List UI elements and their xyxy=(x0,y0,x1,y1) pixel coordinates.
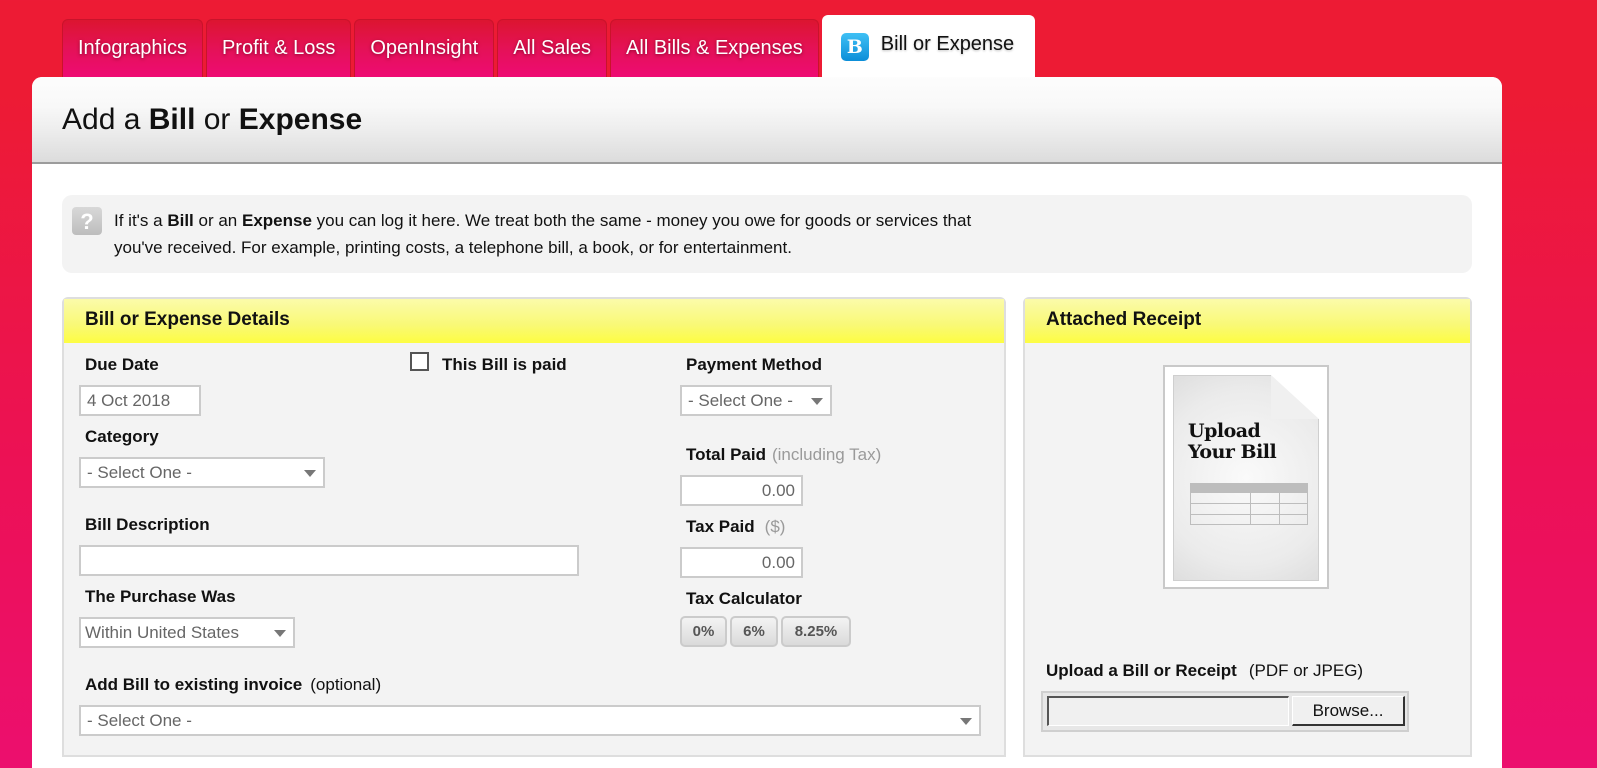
placeholder-text: Upload Your Bill xyxy=(1188,420,1277,463)
chevron-down-icon xyxy=(304,470,316,477)
upload-bill-placeholder-image[interactable]: Upload Your Bill xyxy=(1163,365,1329,589)
panel-title: Bill or Expense Details xyxy=(64,299,1004,343)
chevron-down-icon xyxy=(811,398,823,405)
tax-calculator-label: Tax Calculator xyxy=(686,589,802,608)
paid-checkbox[interactable] xyxy=(410,352,429,371)
tab-infographics[interactable]: Infographics xyxy=(62,19,203,77)
purchase-was-label: The Purchase Was xyxy=(85,587,236,606)
info-text-line2: you've received. For example, printing c… xyxy=(114,238,792,257)
tax-6-button[interactable]: 6% xyxy=(730,616,778,647)
tab-all-bills-expenses[interactable]: All Bills & Expenses xyxy=(610,19,819,77)
total-paid-label: Total Paid (including Tax) xyxy=(686,445,882,464)
bill-description-input[interactable] xyxy=(79,545,579,576)
tab-bill-or-expense[interactable]: B Bill or Expense xyxy=(821,15,1036,77)
chevron-down-icon xyxy=(960,718,972,725)
upload-label: Upload a Bill or Receipt (PDF or JPEG) xyxy=(1046,661,1364,680)
paid-checkbox-label[interactable]: This Bill is paid xyxy=(442,355,567,375)
page-header: Add a Bill or Expense xyxy=(32,77,1502,164)
page-fold xyxy=(1271,375,1319,419)
info-text-line1: If it's a Bill or an Expense you can log… xyxy=(114,211,972,230)
existing-invoice-label: Add Bill to existing invoice (optional) xyxy=(85,675,382,694)
file-path-input[interactable] xyxy=(1047,696,1289,726)
due-date-label: Due Date xyxy=(85,355,159,374)
category-label: Category xyxy=(85,427,159,446)
app-logo-icon: B xyxy=(840,33,869,61)
tax-paid-label: Tax Paid ($) xyxy=(686,517,786,536)
info-box: ? If it's a Bill or an Expense you can l… xyxy=(62,195,1472,273)
existing-invoice-select[interactable]: - Select One - xyxy=(79,705,981,736)
tab-openinsight[interactable]: OpenInsight xyxy=(354,19,495,77)
main-card: Add a Bill or Expense ? If it's a Bill o… xyxy=(32,77,1502,768)
tax-paid-input[interactable]: 0.00 xyxy=(680,547,803,578)
attached-receipt-panel: Attached Receipt Upload Your Bill Upload… xyxy=(1023,297,1472,757)
table-graphic xyxy=(1190,483,1308,525)
due-date-input[interactable]: 4 Oct 2018 xyxy=(79,385,201,416)
page-title: Add a Bill or Expense xyxy=(62,102,363,136)
tax-8-25-button[interactable]: 8.25% xyxy=(781,616,851,647)
document-icon: Upload Your Bill xyxy=(1173,375,1319,581)
browse-button[interactable]: Browse... xyxy=(1292,696,1405,726)
tab-label: Bill or Expense xyxy=(880,33,1015,55)
total-paid-input[interactable]: 0.00 xyxy=(680,475,803,506)
purchase-location-select[interactable]: Within United States xyxy=(79,617,295,648)
tab-profit-loss[interactable]: Profit & Loss xyxy=(205,19,352,77)
payment-method-label: Payment Method xyxy=(686,355,823,374)
bill-details-panel: Bill or Expense Details Due Date 4 Oct 2… xyxy=(62,297,1006,757)
tab-all-sales[interactable]: All Sales xyxy=(497,19,608,77)
file-upload-control: Browse... xyxy=(1041,691,1409,732)
panel-title: Attached Receipt xyxy=(1025,299,1470,343)
chevron-down-icon xyxy=(274,630,286,637)
question-mark-icon: ? xyxy=(72,207,102,235)
bill-description-label: Bill Description xyxy=(85,515,210,534)
category-select[interactable]: - Select One - xyxy=(79,457,325,488)
nav-tabs: Infographics Profit & Loss OpenInsight A… xyxy=(62,15,1038,77)
tax-0-button[interactable]: 0% xyxy=(680,616,727,647)
payment-method-select[interactable]: - Select One - xyxy=(680,385,832,416)
